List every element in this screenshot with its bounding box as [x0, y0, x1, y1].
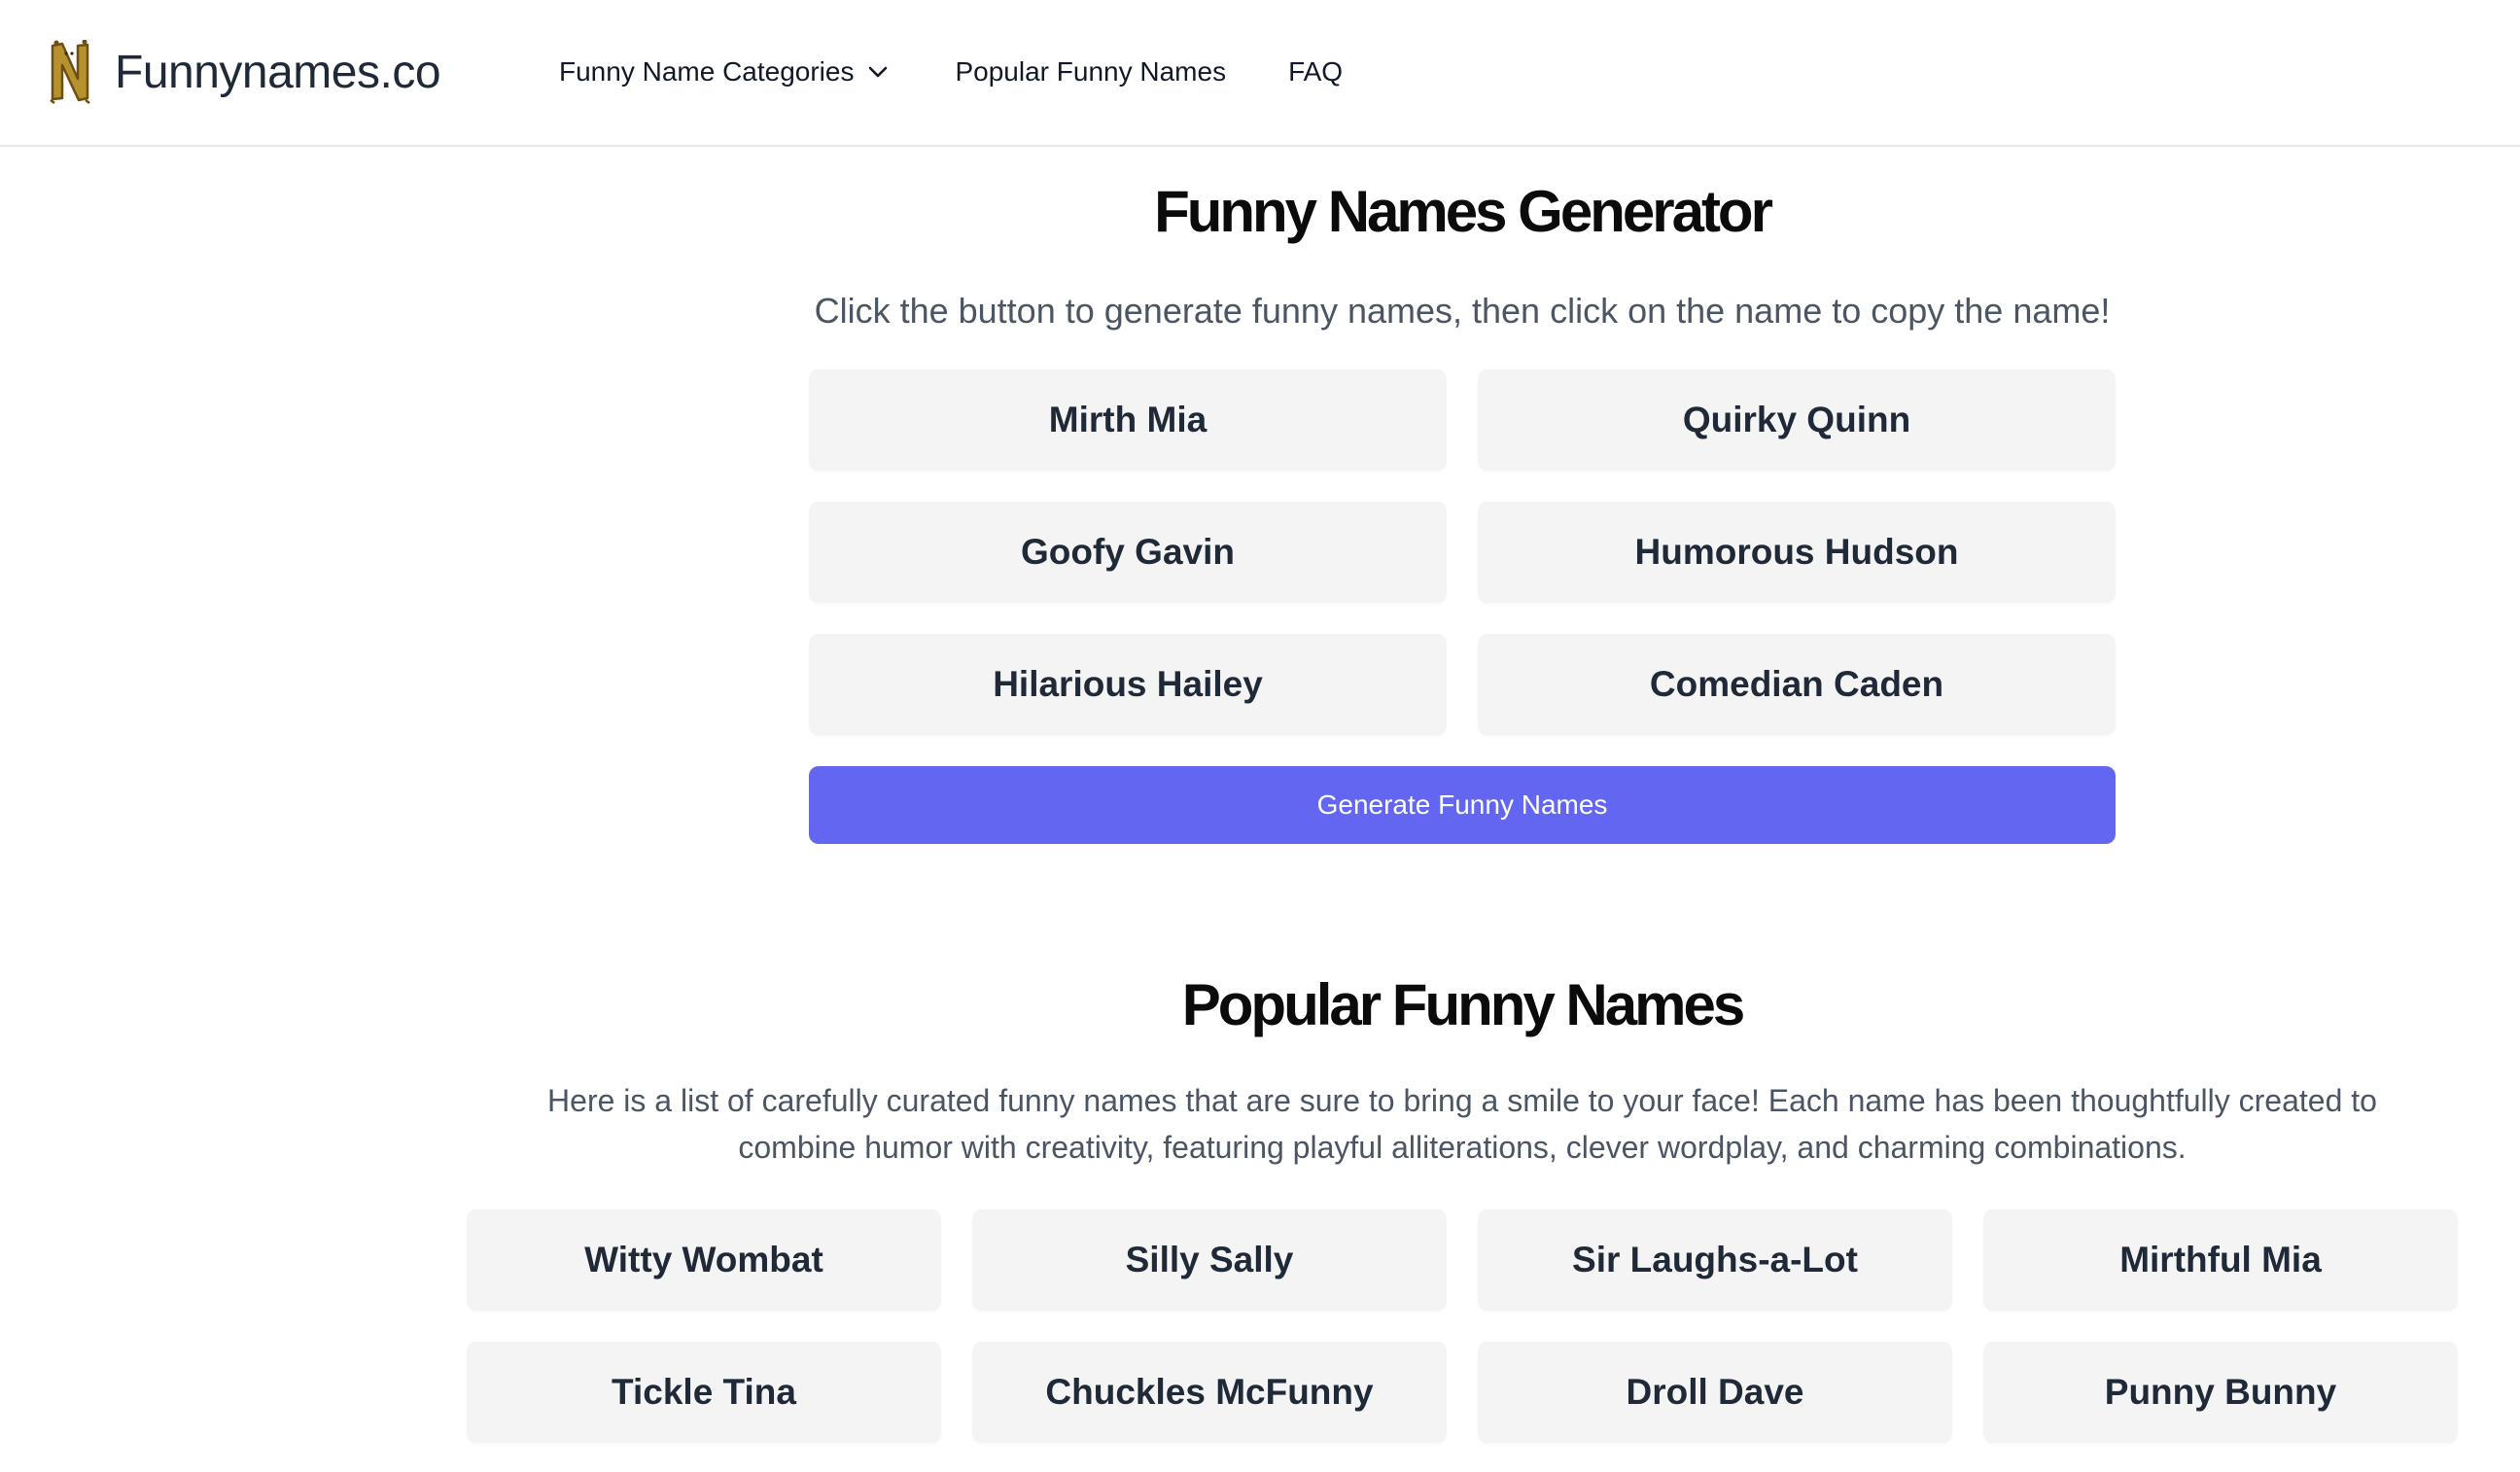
letter-n-logo-icon — [50, 40, 90, 104]
generated-names-grid: Mirth Mia Quirky Quinn Goofy Gavin Humor… — [809, 369, 2116, 735]
popular-name-card[interactable]: Sir Laughs-a-Lot — [1478, 1209, 1952, 1311]
generated-name-card[interactable]: Quirky Quinn — [1478, 369, 2116, 471]
generated-name-card[interactable]: Goofy Gavin — [809, 502, 1447, 603]
generate-funny-names-button[interactable]: Generate Funny Names — [809, 766, 2116, 844]
popular-names-title: Popular Funny Names — [1181, 972, 1745, 1037]
popular-name-card[interactable]: Tickle Tina — [467, 1342, 941, 1443]
site-logo-link[interactable]: Funnynames.co — [49, 37, 441, 107]
generator-subtitle: Click the button to generate funny names… — [814, 291, 2111, 331]
nav-funny-name-categories-label: Funny Name Categories — [559, 56, 855, 87]
generated-name-card[interactable]: Hilarious Hailey — [809, 634, 1447, 735]
generated-name-card[interactable]: Comedian Caden — [1478, 634, 2116, 735]
popular-name-card[interactable]: Silly Sally — [972, 1209, 1447, 1311]
popular-name-card[interactable]: Witty Wombat — [467, 1209, 941, 1311]
popular-name-card[interactable]: Punny Bunny — [1983, 1342, 2458, 1443]
popular-name-card[interactable]: Chuckles McFunny — [972, 1342, 1447, 1443]
nav-funny-name-categories[interactable]: Funny Name Categories — [559, 56, 889, 88]
popular-name-card[interactable]: Droll Dave — [1478, 1342, 1952, 1443]
main-nav: Funny Name Categories Popular Funny Name… — [559, 51, 1343, 93]
nav-faq[interactable]: FAQ — [1288, 56, 1343, 88]
nav-popular-funny-names[interactable]: Popular Funny Names — [955, 56, 1226, 88]
popular-names-grid: Witty Wombat Silly Sally Sir Laughs-a-Lo… — [467, 1209, 2458, 1443]
popular-name-card[interactable]: Mirthful Mia — [1983, 1209, 2458, 1311]
popular-names-description: Here is a list of carefully curated funn… — [547, 1083, 2377, 1165]
chevron-down-icon — [869, 66, 888, 78]
site-logo-text: Funnynames.co — [115, 46, 441, 98]
site-header: Funnynames.co Funny Name Categories Popu… — [0, 0, 2520, 147]
generated-name-card[interactable]: Humorous Hudson — [1478, 502, 2116, 603]
generated-name-card[interactable]: Mirth Mia — [809, 369, 1447, 471]
generator-title: Funny Names Generator — [1154, 179, 1773, 244]
